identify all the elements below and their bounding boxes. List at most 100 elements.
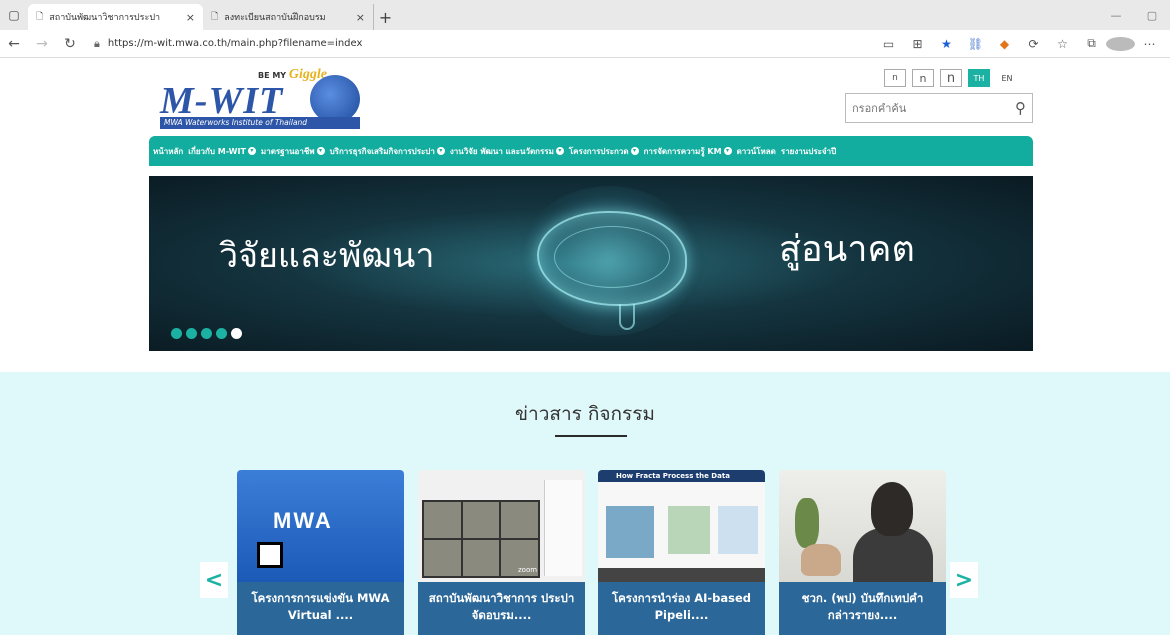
thumb-text: MWA [273, 508, 333, 533]
link-icon[interactable]: ⛓ [961, 37, 990, 51]
new-tab-button[interactable]: + [373, 4, 397, 30]
restore-icon[interactable]: ▢ [1134, 9, 1170, 22]
menu-item-label: การจัดการความรู้ KM [643, 146, 722, 156]
search-icon[interactable]: ⚲ [1015, 99, 1026, 117]
menu-item-label: ดาวน์โหลด [736, 146, 776, 156]
news-thumbnail: MWA [237, 470, 404, 582]
mwit-logo[interactable]: BE MY Giggle M-WIT MWA Waterworks Instit… [160, 67, 365, 131]
slider-dot[interactable] [186, 328, 197, 339]
font-size-small-button[interactable]: n [884, 69, 906, 87]
page-icon: 🗋 [36, 12, 44, 22]
chevron-down-icon: ▾ [316, 147, 325, 155]
news-card-caption[interactable]: สถาบันพัฒนาวิชาการ ประปาจัดอบรม.... [418, 582, 585, 635]
web-page: BE MY Giggle M-WIT MWA Waterworks Instit… [0, 59, 1170, 635]
slider-dot[interactable] [201, 328, 212, 339]
thumb-text: zoom [518, 566, 538, 574]
news-thumbnail: zoom [418, 470, 585, 582]
reading-view-icon[interactable]: ▭ [874, 37, 903, 51]
menu-item[interactable]: การจัดการความรู้ KM ▾ [644, 145, 732, 158]
main-menu: หน้าหลัก เกี่ยวกับ M-WIT ▾ มาตรฐานอาชีพ ▾ บริ… [149, 136, 1033, 166]
lock-icon[interactable]: 🔒︎ [94, 37, 100, 51]
browser-tab-active[interactable]: 🗋 สถาบันพัฒนาวิชาการประปา × [28, 4, 203, 30]
news-card[interactable]: ชวก. (พป) บันทึกเทปคำ กล่าวรายง.... [779, 470, 946, 635]
menu-item-label: หน้าหลัก [153, 146, 184, 156]
news-card[interactable]: zoom สถาบันพัฒนาวิชาการ ประปาจัดอบรม.... [418, 470, 585, 635]
tab-close-icon[interactable]: × [356, 11, 365, 24]
hero-banner[interactable]: วิจัยและพัฒนา สู่อนาคต [149, 176, 1033, 351]
tab-title: สถาบันพัฒนาวิชาการประปา [49, 13, 161, 23]
slider-dot[interactable] [216, 328, 227, 339]
browser-tab[interactable]: 🗋 ลงทะเบียนสถาบันฝึกอบรม × [203, 4, 373, 30]
news-card-caption[interactable]: โครงการนำร่อง AI-based Pipeli.... [598, 582, 765, 635]
menu-item-label: งานวิจัย พัฒนา และนวัตกรรม [449, 146, 554, 156]
chat-panel [544, 480, 582, 576]
menu-item[interactable]: มาตรฐานอาชีพ ▾ [261, 145, 325, 158]
menu-item-label: มาตรฐานอาชีพ [260, 146, 315, 156]
heading-underline [555, 435, 627, 437]
carousel-prev-button[interactable]: < [200, 562, 228, 598]
page-icon: 🗋 [211, 12, 219, 22]
lang-th-button[interactable]: TH [968, 69, 990, 87]
collections-icon[interactable]: ⧉ [1077, 36, 1106, 51]
news-card-caption[interactable]: ชวก. (พป) บันทึกเทปคำ กล่าวรายง.... [779, 582, 946, 635]
url-field[interactable]: 🔒︎ https://m-wit.mwa.co.th/main.php?file… [94, 37, 814, 51]
tab-close-icon[interactable]: × [186, 11, 195, 24]
menu-item[interactable]: เกี่ยวกับ M-WIT ▾ [188, 145, 256, 158]
search-input[interactable] [852, 101, 1015, 115]
url-text: https://m-wit.mwa.co.th/main.php?filenam… [107, 38, 363, 49]
person-body-image [853, 528, 933, 582]
news-card[interactable]: How Fracta Process the Data โครงการนำร่อ… [598, 470, 765, 635]
news-section: ข่าวสาร กิจกรรม < MWA โครงการการแข่งขัน … [0, 372, 1170, 635]
brain-graphic-inner [554, 226, 670, 288]
person-head-image [871, 482, 913, 536]
browser-tabstrip: ▢ 🗋 สถาบันพัฒนาวิชาการประปา × 🗋 ลงทะเบีย… [0, 0, 1170, 30]
favorites-icon[interactable]: ☆ [1048, 37, 1077, 51]
refresh-icon[interactable]: ↻ [56, 36, 84, 52]
font-size-medium-button[interactable]: n [912, 69, 934, 87]
extension-icon[interactable]: ⟳ [1019, 37, 1048, 51]
lang-en-button[interactable]: EN [996, 69, 1018, 87]
favorite-star-icon[interactable]: ★ [932, 37, 961, 51]
minimize-icon[interactable]: — [1098, 9, 1134, 22]
more-icon[interactable]: ⋯ [1135, 37, 1164, 51]
tab-title: ลงทะเบียนสถาบันฝึกอบรม [224, 13, 326, 23]
profile-icon[interactable] [1106, 36, 1135, 51]
chevron-down-icon: ▾ [436, 147, 445, 155]
brain-stem-graphic [619, 304, 635, 330]
back-icon[interactable]: ← [0, 36, 28, 52]
search-box: ⚲ [845, 93, 1033, 123]
carousel-next-button[interactable]: > [950, 562, 978, 598]
news-heading: ข่าวสาร กิจกรรม [515, 403, 655, 425]
slider-dot[interactable] [231, 328, 242, 339]
globe-icon [310, 75, 360, 123]
vase-image [801, 544, 841, 576]
news-thumbnail [779, 470, 946, 582]
photo-strip [598, 568, 765, 582]
news-card[interactable]: MWA โครงการการแข่งขัน MWA Virtual .... [237, 470, 404, 635]
menu-item-label: โครงการประกวด [568, 146, 629, 156]
menu-item-label: เกี่ยวกับ M-WIT [188, 146, 246, 156]
tab-actions-icon[interactable]: ▢ [0, 0, 28, 30]
qr-code-icon [257, 542, 283, 568]
slider-dot[interactable] [171, 328, 182, 339]
menu-item[interactable]: โครงการประกวด ▾ [569, 145, 639, 158]
map-image [668, 506, 710, 554]
menu-item[interactable]: บริการธุรกิจเสริมกิจการประปา ▾ [330, 145, 445, 158]
qr-icon[interactable]: ⊞ [903, 37, 932, 51]
plant-image [795, 498, 819, 548]
forward-icon[interactable]: → [28, 36, 56, 52]
font-size-large-button[interactable]: n [940, 69, 962, 87]
news-card-caption[interactable]: โครงการการแข่งขัน MWA Virtual .... [237, 582, 404, 635]
menu-item[interactable]: งานวิจัย พัฒนา และนวัตกรรม ▾ [450, 145, 564, 158]
chevron-down-icon: ▾ [555, 147, 564, 155]
chevron-down-icon: ▾ [723, 147, 732, 155]
menu-item[interactable]: รายงานประจำปี [781, 145, 836, 158]
menu-item-label: บริการธุรกิจเสริมกิจการประปา [329, 146, 435, 156]
news-thumbnail: How Fracta Process the Data [598, 470, 765, 582]
metamask-fox-icon[interactable]: ◆ [990, 37, 1019, 51]
menu-item[interactable]: หน้าหลัก [153, 145, 183, 158]
hero-text-left: วิจัยและพัฒนา [219, 236, 435, 276]
menu-item[interactable]: ดาวน์โหลด [737, 145, 776, 158]
thumb-text: How Fracta Process the Data [616, 472, 730, 480]
browser-toolbar: ▭ ⊞ ★ ⛓ ◆ ⟳ ☆ ⧉ ⋯ [874, 36, 1170, 51]
